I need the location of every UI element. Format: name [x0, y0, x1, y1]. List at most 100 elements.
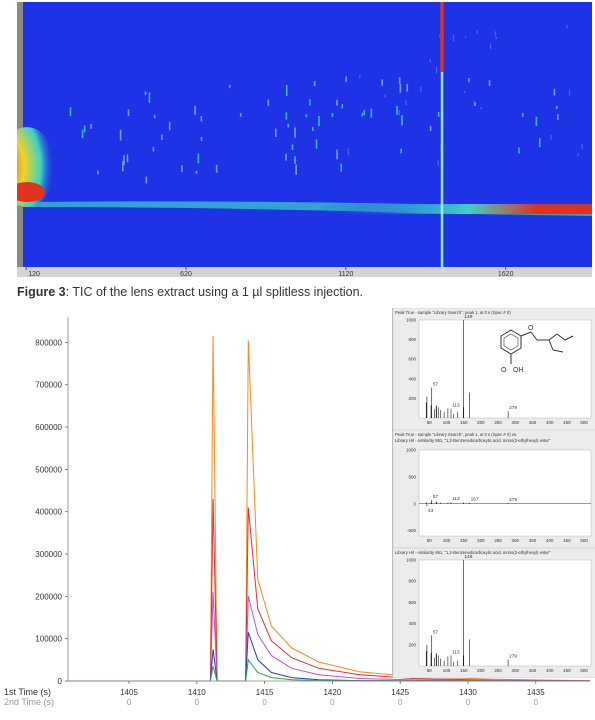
spectrum-plot-area	[418, 559, 592, 667]
heatmap-spot	[318, 116, 320, 127]
spectrum-peak-label: 279	[509, 654, 517, 660]
heatmap-spot	[90, 123, 92, 129]
spectrum-x-label: 150	[460, 668, 468, 673]
heatmap-spot	[153, 114, 156, 119]
heatmap-spot	[553, 88, 556, 96]
heatmap-spot	[495, 36, 497, 40]
heatmap-spot	[473, 101, 475, 107]
heatmap-spot	[429, 59, 431, 63]
heatmap-spot	[406, 84, 409, 92]
spectrum-peak-label: 113	[452, 649, 460, 655]
heatmap-tick-label: 1120	[338, 271, 353, 277]
x-tick-label-2: 0	[262, 698, 267, 707]
heatmap-spot	[480, 107, 482, 110]
heatmap-tick-label: 1620	[498, 271, 514, 277]
heatmap-spot	[363, 109, 366, 116]
spectrum-y-label: -500	[407, 528, 417, 533]
spectrum-header: Peak True - sample "Library Search", pea…	[395, 310, 511, 315]
heatmap-spot	[420, 86, 422, 93]
heatmap-spot	[215, 164, 218, 173]
figure-label: Figure 3	[17, 285, 66, 299]
x-tick-label-2: 0	[534, 698, 539, 707]
x-tick-label: 1425	[391, 688, 409, 697]
heatmap-spot	[340, 163, 343, 172]
x-tick-label-2: 0	[330, 698, 335, 707]
spectrum-y-label: 1000	[406, 318, 417, 323]
heatmap-spot	[452, 34, 455, 42]
spectrum-peak-label: 279	[509, 405, 517, 411]
heatmap-spot	[577, 153, 579, 156]
x-axis-label: 1st Time (s)	[4, 687, 51, 697]
figure-caption: Figure 3: TIC of the lens extract using …	[17, 285, 363, 299]
heatmap-spot	[550, 134, 552, 140]
spectrum-y-label: 400	[408, 621, 416, 626]
spectrum-x-label: 200	[477, 538, 485, 543]
spectrum-y-label: 800	[408, 579, 416, 584]
heatmap-spot	[313, 81, 316, 87]
spectrum-peak-label: 57	[433, 382, 439, 388]
heatmap-tick-label: 120	[28, 271, 40, 277]
heatmap-spot	[381, 79, 384, 86]
heatmap-spot	[195, 170, 198, 174]
x-tick-label: 1405	[120, 688, 138, 697]
spectrum-y-label: 200	[408, 396, 416, 401]
spectrum-peak-label: 57	[433, 494, 439, 500]
structure-oh: OH	[513, 367, 524, 374]
heatmap-spot	[398, 109, 400, 116]
spectrum-x-label: 100	[443, 420, 451, 425]
spectrum-x-label: 50	[427, 668, 433, 673]
spectrum-x-label: 400	[546, 668, 554, 673]
spectrum-peak-label: 57	[433, 629, 439, 635]
y-tick-label: 200000	[35, 592, 62, 601]
spectrum-x-label: 450	[563, 538, 571, 543]
y-tick-label: 500000	[35, 465, 62, 474]
figure-caption-text: : TIC of the lens extract using a 1 µl s…	[65, 285, 364, 299]
spectrum-x-label: 350	[529, 668, 537, 673]
heatmap-spot	[144, 91, 147, 96]
heatmap-spot	[97, 170, 99, 175]
structure-o2: O	[501, 367, 507, 374]
x-tick-label-2: 0	[127, 698, 132, 707]
spectrum-y-label: 1000	[406, 558, 417, 563]
heatmap-spot	[494, 31, 496, 37]
spectrum-peak-label: 167	[471, 497, 479, 503]
heatmap-baseline-hot	[317, 204, 592, 214]
spectrum-peak-label: 43	[428, 508, 434, 514]
heatmap-spot	[429, 125, 432, 131]
heatmap-spot	[123, 155, 125, 165]
spectrum-x-label: 350	[529, 420, 537, 425]
spectrum-x-label: 100	[443, 668, 451, 673]
spectrum-x-label: 450	[563, 668, 571, 673]
heatmap-spot	[197, 153, 200, 164]
heatmap-spot	[126, 154, 129, 163]
heatmap-spot	[287, 123, 290, 128]
spectrum-x-label: 400	[546, 538, 554, 543]
heatmap-spot	[285, 112, 288, 120]
x-tick-label-2: 0	[195, 698, 200, 707]
heatmap-spot	[521, 113, 524, 117]
heatmap-spot	[181, 165, 183, 172]
heatmap-spot	[81, 129, 84, 139]
heatmap-spot	[295, 164, 297, 175]
spectrum-x-label: 100	[443, 538, 451, 543]
heatmap-spot	[359, 74, 361, 79]
heatmap-spot	[127, 109, 130, 117]
spectrum-x-label: 150	[460, 538, 468, 543]
heatmap-spot	[439, 35, 441, 38]
heatmap-spot	[437, 160, 439, 167]
spectrum-x-label: 500	[580, 420, 588, 425]
spectrum-peak-label: 149	[464, 314, 472, 320]
spectrum-plot-area	[418, 449, 592, 537]
spectrum-y-label: 600	[408, 357, 416, 362]
spectrum-x-label: 300	[512, 420, 520, 425]
heatmap-background	[17, 2, 592, 267]
spectrum-comparison: Peak True - sample "Library Search", pea…	[393, 429, 595, 549]
heatmap-spot	[341, 104, 344, 109]
spectrum-y-label: 500	[408, 474, 416, 479]
heatmap-spot	[315, 139, 318, 149]
spectrum-x-label: 500	[580, 538, 588, 543]
spectrum-x-label: 300	[512, 668, 520, 673]
y-tick-label: 100000	[35, 635, 62, 644]
heatmap-spot	[405, 100, 407, 106]
heatmap-spot	[566, 24, 568, 29]
